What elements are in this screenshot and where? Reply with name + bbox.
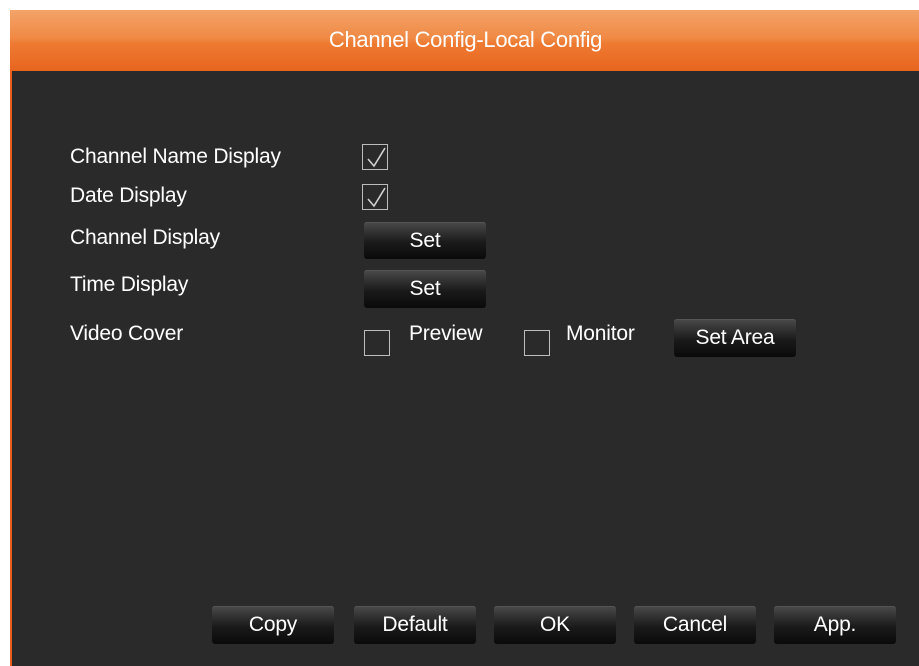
cancel-label: Cancel — [662, 613, 728, 636]
preview-checkbox[interactable] — [364, 330, 390, 356]
ok-button[interactable]: OK — [494, 606, 616, 644]
apply-button[interactable]: App. — [774, 606, 896, 644]
time-display-set-label: Set — [409, 277, 441, 300]
window-title: Channel Config-Local Config — [328, 27, 603, 52]
apply-label: App. — [813, 613, 857, 636]
channel-display-set-label: Set — [409, 229, 441, 252]
monitor-checkbox[interactable] — [524, 330, 550, 356]
copy-label: Copy — [248, 613, 298, 636]
default-button[interactable]: Default — [354, 606, 476, 644]
set-area-button[interactable]: Set Area — [674, 319, 796, 357]
cancel-button[interactable]: Cancel — [634, 606, 756, 644]
monitor-label: Monitor — [566, 322, 635, 345]
channel-display-label: Channel Display — [70, 226, 220, 249]
channel-name-display-label: Channel Name Display — [70, 145, 281, 168]
date-display-checkbox[interactable] — [362, 184, 388, 210]
set-area-label: Set Area — [695, 326, 775, 349]
copy-button[interactable]: Copy — [212, 606, 334, 644]
checkmark-icon — [367, 147, 386, 168]
default-label: Default — [382, 613, 448, 636]
video-cover-label: Video Cover — [70, 322, 183, 345]
preview-label: Preview — [409, 322, 483, 345]
checkmark-icon — [367, 187, 386, 208]
ok-label: OK — [540, 613, 570, 636]
date-display-label: Date Display — [70, 184, 187, 207]
channel-config-window: Channel Config-Local Config Channel Name… — [10, 10, 919, 666]
channel-name-display-checkbox[interactable] — [362, 144, 388, 170]
time-display-set-button[interactable]: Set — [364, 270, 486, 308]
title-bar: Channel Config-Local Config — [10, 10, 919, 71]
channel-display-set-button[interactable]: Set — [364, 222, 486, 259]
time-display-label: Time Display — [70, 273, 189, 296]
